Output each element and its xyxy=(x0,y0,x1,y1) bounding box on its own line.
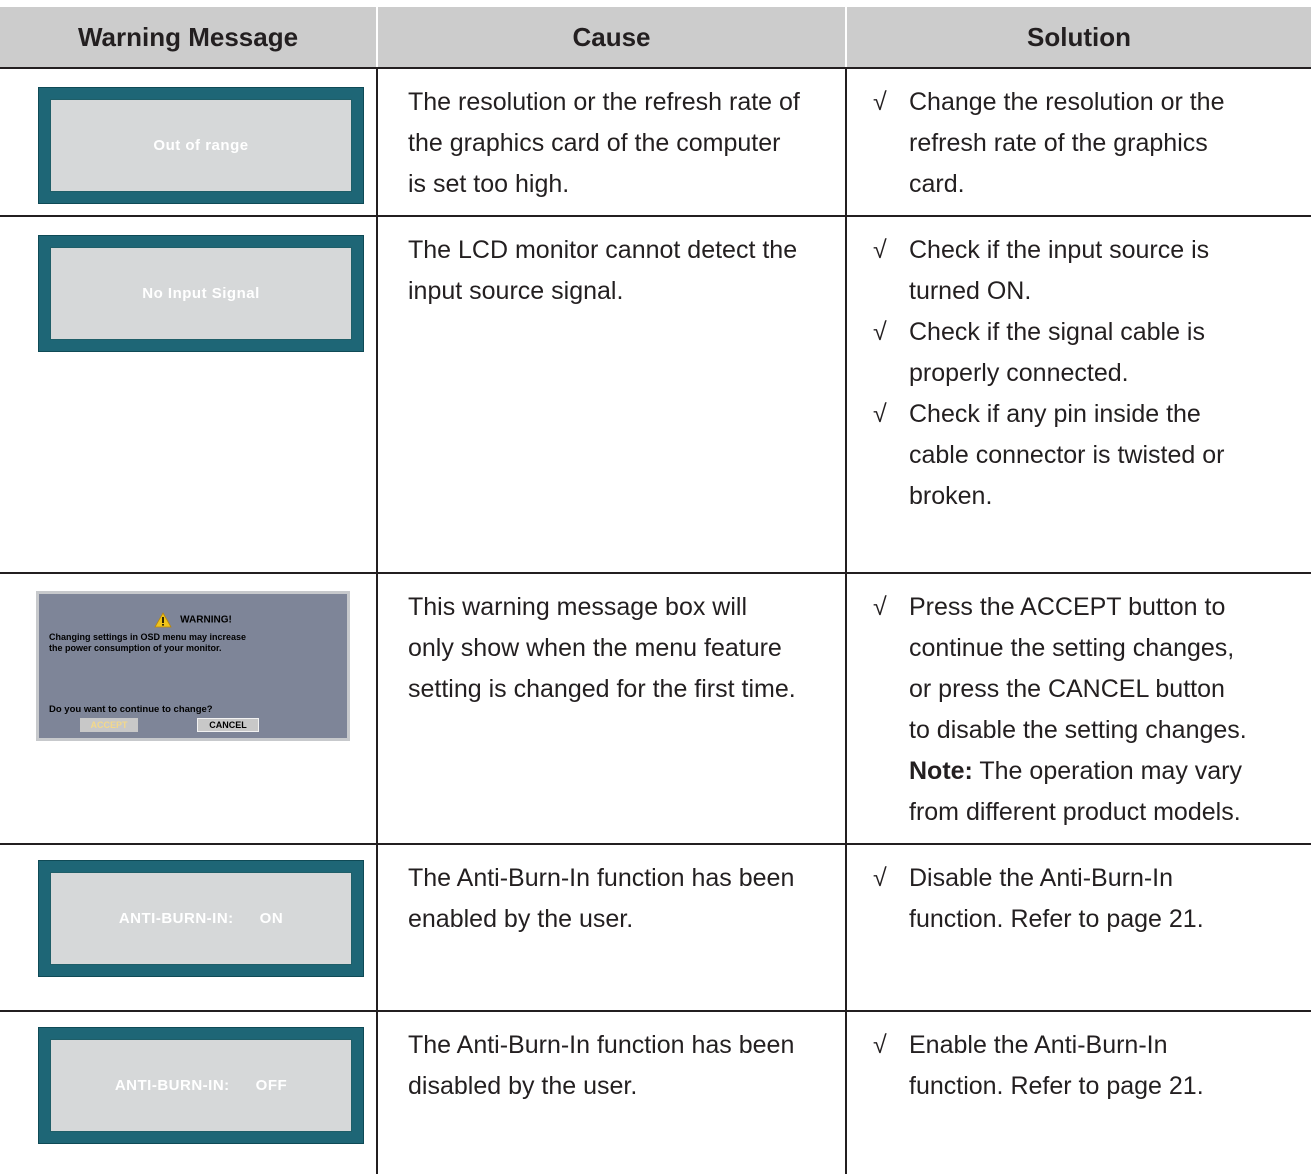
solution-cell: √ Press the ACCEPT button to continue th… xyxy=(845,573,1311,845)
header-solution: Solution xyxy=(845,7,1311,69)
warning-triangle-icon xyxy=(154,612,172,628)
osd-label: No Input Signal xyxy=(142,285,260,302)
header-warning-message: Warning Message xyxy=(0,7,377,69)
solution-line: Check if any pin inside the xyxy=(909,400,1201,428)
solution-line: turned ON. xyxy=(909,277,1032,305)
solution-line: refresh rate of the graphics xyxy=(909,129,1208,157)
warning-dialog-question: Do you want to continue to change? xyxy=(49,704,213,715)
cause-cell: This warning message box will only show … xyxy=(376,573,846,845)
table-row: Out of range The resolution or the refre… xyxy=(0,68,1311,217)
note-line: from different product models. xyxy=(909,798,1241,826)
solution-line: Check if the input source is xyxy=(909,236,1210,264)
solution-line: Enable the Anti-Burn-In xyxy=(909,1031,1168,1059)
solution-line: broken. xyxy=(909,482,993,510)
warning-dialog-line: the power consumption of your monitor. xyxy=(49,643,222,653)
cause-line: disabled by the user. xyxy=(408,1072,638,1100)
warning-cell: WARNING! Changing settings in OSD menu m… xyxy=(0,573,377,845)
osd-label: Out of range xyxy=(153,137,249,154)
osd-message-box: ANTI-BURN-IN: ON xyxy=(39,861,363,976)
cause-line: input source signal. xyxy=(408,277,624,305)
check-mark-icon: √ xyxy=(873,864,887,892)
solution-item: √ Press the ACCEPT button to continue th… xyxy=(873,587,1297,751)
note-line: The operation may vary xyxy=(972,757,1243,785)
check-mark-icon: √ xyxy=(873,400,887,428)
cause-line: enabled by the user. xyxy=(408,905,634,933)
solution-line: continue the setting changes, xyxy=(909,634,1235,662)
cause-cell: The resolution or the refresh rate of th… xyxy=(376,68,846,217)
osd-message-box: ANTI-BURN-IN: OFF xyxy=(39,1028,363,1143)
solution-line: function. Refer to page 21. xyxy=(909,905,1204,933)
osd-message-box: Out of range xyxy=(39,88,363,203)
cause-line: setting is changed for the first time. xyxy=(408,675,796,703)
solution-line: Change the resolution or the xyxy=(909,88,1225,116)
warning-dialog-body: Changing settings in OSD menu may increa… xyxy=(49,632,329,654)
warning-cell: ANTI-BURN-IN: ON xyxy=(0,844,377,1012)
cause-line: The Anti-Burn-In function has been xyxy=(408,1031,795,1059)
osd-label: ANTI-BURN-IN: xyxy=(114,1077,230,1094)
solution-item: √ Change the resolution or the refresh r… xyxy=(873,82,1297,205)
solution-line: or press the CANCEL button xyxy=(909,675,1225,703)
table-row: No Input Signal The LCD monitor cannot d… xyxy=(0,216,1311,574)
solution-cell: √ Enable the Anti-Burn-In function. Refe… xyxy=(845,1011,1311,1174)
accept-button[interactable]: ACCEPT xyxy=(80,718,138,732)
warning-cell: ANTI-BURN-IN: OFF xyxy=(0,1011,377,1174)
check-mark-icon: √ xyxy=(873,1031,887,1059)
solution-line: properly connected. xyxy=(909,359,1129,387)
cause-cell: The Anti-Burn-In function has been disab… xyxy=(376,1011,846,1174)
cause-line: The LCD monitor cannot detect the xyxy=(408,236,798,264)
solution-line: Press the ACCEPT button to xyxy=(909,593,1226,621)
cause-cell: The LCD monitor cannot detect the input … xyxy=(376,216,846,574)
osd-value: OFF xyxy=(255,1077,288,1094)
header-cause: Cause xyxy=(376,7,846,69)
warning-dialog-line: Changing settings in OSD menu may increa… xyxy=(49,632,247,642)
solution-item: √ Enable the Anti-Burn-In function. Refe… xyxy=(873,1025,1297,1107)
cause-line: The resolution or the refresh rate of xyxy=(408,88,800,116)
solution-line: Check if the signal cable is xyxy=(909,318,1205,346)
header-row: Warning Message Cause Solution xyxy=(0,7,1311,69)
cause-line: The Anti-Burn-In function has been xyxy=(408,864,795,892)
solution-item: √ Check if the signal cable is properly … xyxy=(873,312,1297,394)
cause-line: only show when the menu feature xyxy=(408,634,782,662)
warning-dialog-title: WARNING! xyxy=(180,614,232,626)
solution-line: cable connector is twisted or xyxy=(909,441,1225,469)
osd-label: ANTI-BURN-IN: xyxy=(118,910,234,927)
check-mark-icon: √ xyxy=(873,88,887,116)
cancel-button[interactable]: CANCEL xyxy=(197,718,259,732)
troubleshooting-table: Warning Message Cause Solution Out of ra… xyxy=(0,7,1311,1174)
solution-line: Disable the Anti-Burn-In xyxy=(909,864,1174,892)
osd-value: ON xyxy=(259,910,284,927)
warning-dialog-header: WARNING! xyxy=(39,612,347,628)
solution-cell: √ Check if the input source is turned ON… xyxy=(845,216,1311,574)
solution-cell: √ Change the resolution or the refresh r… xyxy=(845,68,1311,217)
table-row: ANTI-BURN-IN: ON The Anti-Burn-In functi… xyxy=(0,844,1311,1012)
table-row: ANTI-BURN-IN: OFF The Anti-Burn-In funct… xyxy=(0,1011,1311,1174)
table-row: WARNING! Changing settings in OSD menu m… xyxy=(0,573,1311,845)
cause-line: the graphics card of the computer xyxy=(408,129,781,157)
solution-item: √ Check if any pin inside the cable conn… xyxy=(873,394,1297,517)
solution-line: to disable the setting changes. xyxy=(909,716,1247,744)
warning-cell: No Input Signal xyxy=(0,216,377,574)
check-mark-icon: √ xyxy=(873,236,887,264)
check-mark-icon: √ xyxy=(873,318,887,346)
solution-item: √ Check if the input source is turned ON… xyxy=(873,230,1297,312)
solution-item: √ Disable the Anti-Burn-In function. Ref… xyxy=(873,858,1297,940)
cause-line: This warning message box will xyxy=(408,593,748,621)
solution-note: Note: The operation may vary xyxy=(873,751,1297,792)
note-label: Note: xyxy=(909,757,973,785)
solution-cell: √ Disable the Anti-Burn-In function. Ref… xyxy=(845,844,1311,1012)
solution-line: card. xyxy=(909,170,965,198)
solution-line: function. Refer to page 21. xyxy=(909,1072,1204,1100)
warning-cell: Out of range xyxy=(0,68,377,217)
osd-warning-dialog: WARNING! Changing settings in OSD menu m… xyxy=(36,591,350,741)
cause-cell: The Anti-Burn-In function has been enabl… xyxy=(376,844,846,1012)
cause-line: is set too high. xyxy=(408,170,570,198)
osd-message-box: No Input Signal xyxy=(39,236,363,351)
check-mark-icon: √ xyxy=(873,593,887,621)
